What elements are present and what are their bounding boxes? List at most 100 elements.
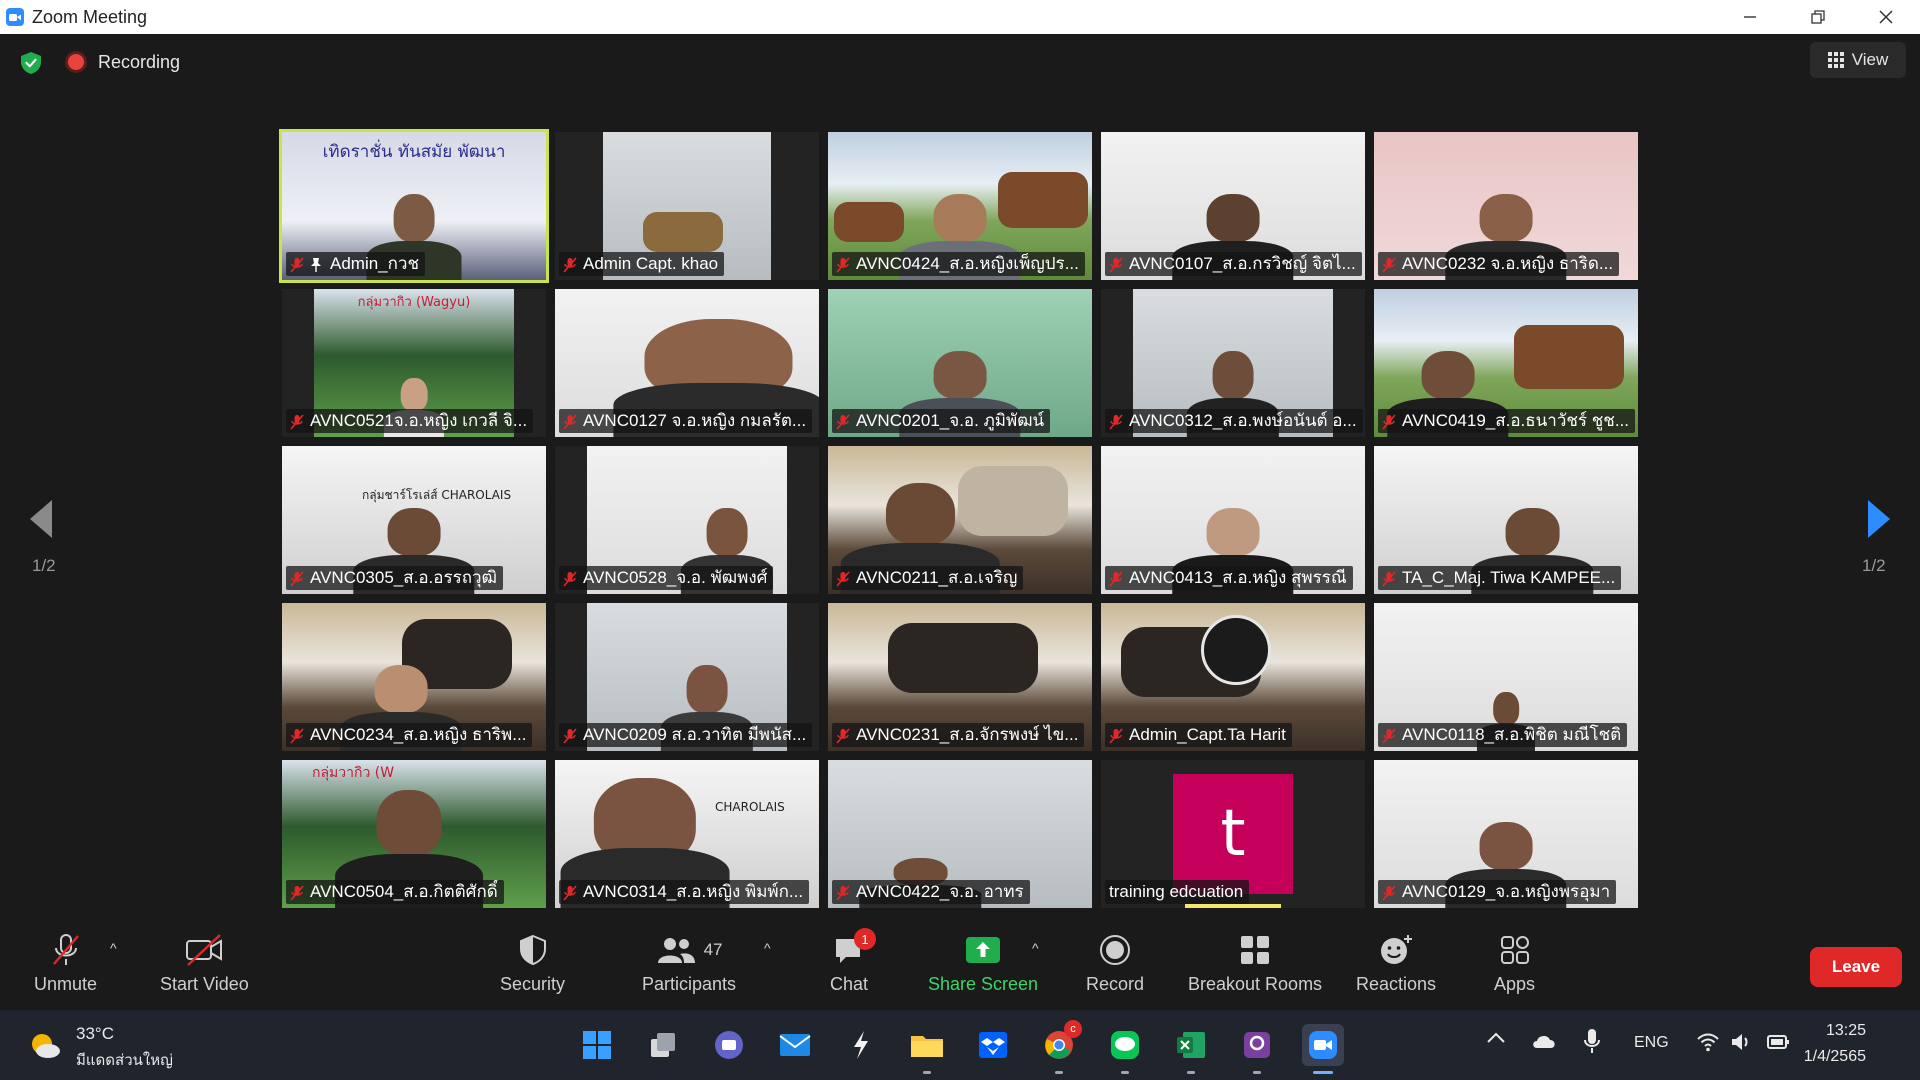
participant-tile[interactable]: AVNC0413_ส.อ.หญิง สุพรรณี [1101,446,1365,594]
clock-time[interactable]: 13:25 [1826,1022,1866,1040]
clock-date[interactable]: 1/4/2565 [1804,1048,1866,1066]
muted-microphone-icon [51,932,81,968]
line-app-icon[interactable] [1104,1024,1146,1074]
page-indicator-right: 1/2 [1862,556,1886,575]
record-label: Record [1086,974,1145,994]
excel-icon[interactable] [1170,1024,1212,1074]
dropbox-icon[interactable] [972,1024,1014,1066]
participant-tile[interactable]: AVNC0528_จ.อ. พัฒพงศ์ [555,446,819,594]
windows-taskbar: 33°C มีแดดส่วนใหญ่ c ENG 13:25 1/4/2565 [0,1010,1920,1080]
next-page-button[interactable] [1866,498,1892,545]
participant-tile[interactable]: TA_C_Maj. Tiwa KAMPEE... [1374,446,1638,594]
window-title: Zoom Meeting [32,6,148,27]
audio-options-chevron-icon[interactable]: ^ [110,940,117,956]
share-screen-button[interactable]: Share Screen [928,932,1038,995]
participant-tile[interactable]: กลุ่มวากิว (W AVNC0504_ส.อ.กิตติศักดิ์ [282,760,546,908]
leave-button[interactable]: Leave [1810,947,1902,987]
show-hidden-icons-chevron-icon[interactable] [1486,1030,1506,1049]
participant-tile[interactable]: AVNC0201_จ.อ. ภูมิพัฒน์ [828,289,1092,437]
participant-tile[interactable]: AVNC0232 จ.อ.หญิง ธาริด... [1374,132,1638,280]
record-button[interactable]: Record [1086,932,1144,995]
participant-tile[interactable]: กลุ่มวากิว (Wagyu) AVNC0521จ.อ.หญิง เกวล… [282,289,546,437]
weather-sun-icon[interactable] [28,1030,62,1060]
app-bolt-icon[interactable] [840,1024,882,1066]
participant-name-label: Admin Capt. khao [559,252,725,276]
chat-button[interactable]: 1 Chat [830,928,877,995]
video-off-icon [184,932,224,968]
participant-name: AVNC0419_ส.อ.ธนาวัชร์ ชูช... [1402,411,1630,430]
zoom-taskbar-icon[interactable] [1302,1024,1344,1074]
participant-name: AVNC0231_ส.อ.จักรพงษ์ ไข... [856,725,1079,744]
participant-name-label: AVNC0528_จ.อ. พัฒพงศ์ [559,566,774,590]
participant-name: TA_C_Maj. Tiwa KAMPEE... [1402,568,1616,587]
participant-tile[interactable]: t training edcuation [1101,760,1365,908]
file-explorer-icon[interactable] [906,1024,948,1074]
onedrive-cloud-icon[interactable] [1530,1032,1558,1055]
participant-tile[interactable]: AVNC0211_ส.อ.เจริญ [828,446,1092,594]
close-button[interactable] [1852,0,1920,34]
participants-label: Participants [642,974,737,994]
wifi-icon[interactable] [1696,1032,1720,1057]
participant-tile[interactable]: AVNC0231_ส.อ.จักรพงษ์ ไข... [828,603,1092,751]
restore-button[interactable] [1784,0,1852,34]
pdf-app-icon[interactable] [1236,1024,1278,1074]
participant-tile[interactable]: AVNC0422_จ.อ. อาทร [828,760,1092,908]
participant-name: AVNC0209 ส.อ.วาทิต มีพนัส... [583,725,807,744]
participant-name: AVNC0201_จ.อ. ภูมิพัฒน์ [856,411,1045,430]
language-indicator[interactable]: ENG [1634,1034,1669,1052]
share-options-chevron-icon[interactable]: ^ [1032,940,1039,956]
start-video-button[interactable]: Start Video [160,932,249,995]
breakout-rooms-icon [1238,932,1272,968]
participant-name: AVNC0528_จ.อ. พัฒพงศ์ [583,568,768,587]
participant-tile[interactable]: AVNC0209 ส.อ.วาทิต มีพนัส... [555,603,819,751]
obs-logo-icon [1201,615,1271,685]
participant-tile[interactable]: AVNC0129_จ.อ.หญิงพรอุมา [1374,760,1638,908]
meeting-top-bar: Recording View [0,34,1920,92]
participant-name-label: AVNC0107_ส.อ.กรวิชญ์ จิตไ... [1105,252,1362,276]
reactions-button[interactable]: Reactions [1356,932,1436,995]
participants-options-chevron-icon[interactable]: ^ [764,940,771,956]
participant-tile[interactable]: AVNC0107_ส.อ.กรวิชญ์ จิตไ... [1101,132,1365,280]
participant-tile[interactable]: AVNC0127 จ.อ.หญิง กมลรัต... [555,289,819,437]
volume-icon[interactable] [1730,1032,1754,1057]
teams-chat-icon[interactable] [708,1024,750,1066]
video-gallery: เทิดราชั่น ทันสมัย พัฒนา Admin_กวช Admin… [279,129,1638,912]
participant-name: AVNC0521จ.อ.หญิง เกวลี จิ... [310,411,528,430]
windows-start-icon[interactable] [576,1024,618,1066]
muted-mic-icon [1109,256,1123,273]
participant-tile[interactable]: AVNC0234_ส.อ.หญิง ธาริพ... [282,603,546,751]
muted-mic-icon [563,884,577,901]
participant-tile[interactable]: Admin_Capt.Ta Harit [1101,603,1365,751]
task-view-icon[interactable] [642,1024,684,1066]
previous-page-button[interactable] [28,498,54,545]
participant-name: AVNC0234_ส.อ.หญิง ธาริพ... [310,725,527,744]
battery-icon[interactable] [1766,1032,1792,1057]
chrome-icon[interactable]: c [1038,1020,1082,1074]
encryption-shield-icon[interactable] [18,50,44,76]
mail-icon[interactable] [774,1024,816,1066]
participant-tile[interactable]: AVNC0312_ส.อ.พงษ์อนันต์ อ... [1101,289,1365,437]
view-button[interactable]: View [1810,42,1906,78]
participant-tile[interactable]: กลุ่มชาร์โรเล่ส์ CHAROLAIS AVNC0305_ส.อ.… [282,446,546,594]
participant-tile[interactable]: เทิดราชั่น ทันสมัย พัฒนา Admin_กวช [279,129,549,283]
participant-tile[interactable]: AVNC0118_ส.อ.พิชิต มณีโชติ [1374,603,1638,751]
microphone-tray-icon[interactable] [1584,1028,1600,1059]
window-controls [1716,0,1920,34]
participant-name-label: AVNC0118_ส.อ.พิชิต มณีโชติ [1378,723,1628,747]
chat-unread-badge: 1 [854,928,877,950]
participant-tile[interactable]: Admin Capt. khao [555,132,819,280]
participant-tile[interactable]: AVNC0419_ส.อ.ธนาวัชร์ ชูช... [1374,289,1638,437]
breakout-rooms-button[interactable]: Breakout Rooms [1188,932,1322,995]
participant-tile[interactable]: AVNC0424_ส.อ.หญิงเพ็ญปร... [828,132,1092,280]
participant-name-label: Admin_Capt.Ta Harit [1105,723,1292,747]
unmute-button[interactable]: Unmute [34,932,97,995]
participant-name-label: AVNC0232 จ.อ.หญิง ธาริด... [1378,252,1620,276]
security-button[interactable]: Security [500,932,565,995]
reactions-label: Reactions [1356,974,1437,994]
participant-name: AVNC0312_ส.อ.พงษ์อนันต์ อ... [1129,411,1357,430]
share-screen-icon [964,932,1002,968]
apps-button[interactable]: Apps [1494,932,1535,995]
participants-button[interactable]: 47 Participants [642,932,736,995]
participant-tile[interactable]: CHAROLAIS AVNC0314_ส.อ.หญิง พิมพ์ก... [555,760,819,908]
minimize-button[interactable] [1716,0,1784,34]
